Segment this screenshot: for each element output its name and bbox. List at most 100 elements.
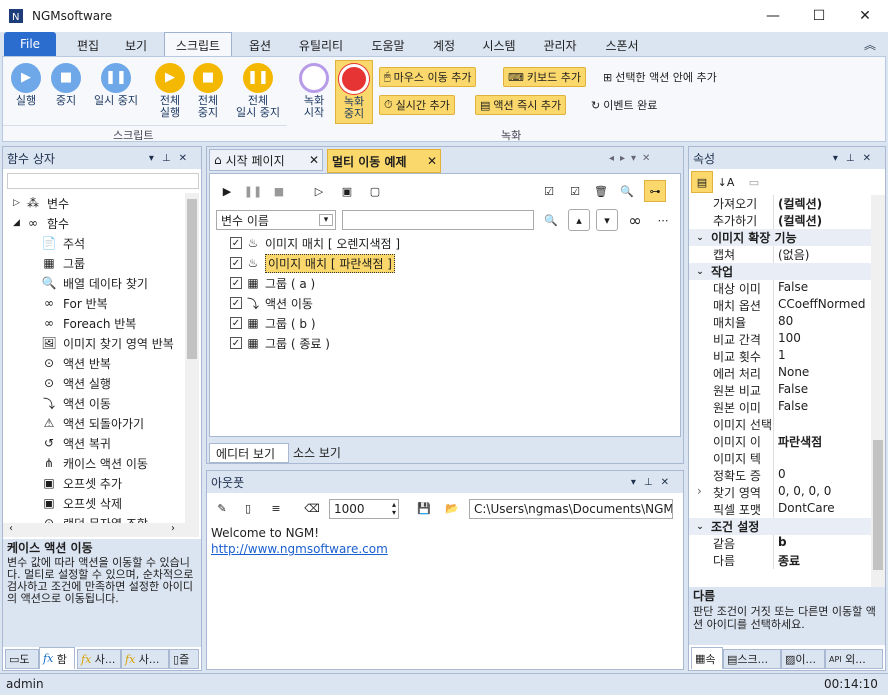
property-row[interactable]: 찾기 영역 0, 0, 0, 0 › xyxy=(689,484,871,501)
property-value[interactable]: False xyxy=(773,399,871,416)
property-value[interactable]: 100 xyxy=(773,331,871,348)
tab-file[interactable]: File xyxy=(4,32,56,56)
tree-item[interactable]: ▣ 오프셋 삭제 xyxy=(41,493,122,513)
property-value[interactable]: 파란색점 xyxy=(773,433,871,450)
property-row[interactable]: 이미지 텍 xyxy=(689,450,871,467)
property-value[interactable] xyxy=(773,450,871,467)
tree-item[interactable]: 🔍 배열 데이타 찾기 xyxy=(41,273,148,293)
property-row[interactable]: 비교 간격 100 xyxy=(689,331,871,348)
left-tab-user[interactable]: fx 사... xyxy=(77,649,121,669)
more-icon[interactable]: ⋯ xyxy=(652,209,674,231)
action-row[interactable]: ✓ ♨ 이미지 매치 [ 오렌지색점 ] xyxy=(230,234,400,252)
output-link[interactable]: http://www.ngmsoftware.com xyxy=(211,541,388,557)
action-checkbox[interactable]: ✓ xyxy=(230,337,242,349)
stop-all-button[interactable]: ■ 전체 중지 xyxy=(191,63,225,119)
action-checkbox[interactable]: ✓ xyxy=(230,237,242,249)
left-tab-favorites[interactable]: ▯ 즐 xyxy=(169,649,199,669)
property-row[interactable]: 에러 처리 None xyxy=(689,365,871,382)
property-value[interactable]: False xyxy=(773,382,871,399)
property-value[interactable]: 1 xyxy=(773,348,871,365)
property-value[interactable]: (없음) xyxy=(773,246,871,263)
save-log-icon[interactable]: ▯ xyxy=(237,497,259,519)
property-value[interactable]: None xyxy=(773,365,871,382)
add-in-selected-button[interactable]: ⊞ 선택한 액션 안에 추가 xyxy=(599,67,721,87)
tab-system[interactable]: 시스템 xyxy=(474,34,524,56)
tree-item[interactable]: ⤵ 액션 이동 xyxy=(41,393,111,413)
tree-item[interactable]: ∞ Foreach 반복 xyxy=(41,313,136,333)
categorized-icon[interactable]: ▤ xyxy=(691,171,713,193)
action-row[interactable]: ✓ ▦ 그룹 ( b ) xyxy=(230,314,316,332)
props-vscrollbar[interactable] xyxy=(871,195,885,587)
property-value[interactable]: 0, 0, 0, 0 xyxy=(773,484,871,501)
tab-options[interactable]: 옵션 xyxy=(238,34,282,56)
pause-all-button[interactable]: ❚❚ 전체 일시 중지 xyxy=(229,63,287,119)
left-tab-user2[interactable]: fx 사... xyxy=(121,649,169,669)
move-down-icon[interactable]: ▾ xyxy=(596,209,618,231)
tree-item[interactable]: ⊙ 액션 실행 xyxy=(41,373,111,393)
run-all-button[interactable]: ▶ 전체 실행 xyxy=(153,63,187,119)
pause-button[interactable]: ❚❚ 일시 중지 xyxy=(87,63,145,107)
action-row[interactable]: ✓ ▦ 그룹 ( a ) xyxy=(230,274,315,292)
action-row[interactable]: ✓ ▦ 그룹 ( 종료 ) xyxy=(230,334,330,352)
tree-item[interactable]: 🖼 이미지 찾기 영역 반복 xyxy=(41,333,173,353)
tab-account[interactable]: 계정 xyxy=(422,34,466,56)
right-tab-external[interactable]: API 외... xyxy=(825,649,883,669)
delete-icon[interactable]: 🗑 xyxy=(590,180,612,202)
search-go-icon[interactable]: 🔍 xyxy=(540,209,562,231)
run-icon[interactable]: ▶ xyxy=(216,180,238,202)
panel-controls-icon[interactable]: ▾⊥✕ xyxy=(149,153,195,164)
property-category[interactable]: ⌄ 조건 설정 xyxy=(689,518,871,535)
action-row[interactable]: ✓ ⤵ 액션 이동 xyxy=(230,294,313,312)
property-row[interactable]: 원본 이미 False xyxy=(689,399,871,416)
property-value[interactable]: CCoeffNormed xyxy=(773,297,871,314)
right-tab-properties[interactable]: ▦ 속 xyxy=(691,647,723,669)
add-keyboard-button[interactable]: ⌨ 키보드 추가 xyxy=(503,67,586,87)
tree-item[interactable]: ▷ ⁂ 변수 xyxy=(13,193,69,213)
property-row[interactable]: 이미지 이 파란색점 xyxy=(689,433,871,450)
property-value[interactable]: (컬렉션) xyxy=(773,212,871,229)
pause-icon[interactable]: ❚❚ xyxy=(242,180,264,202)
tree-item[interactable]: 📄 주석 xyxy=(41,233,86,253)
left-tab-toolbox[interactable]: ▭ 도 xyxy=(5,649,39,669)
eraser-icon[interactable]: ⌫ xyxy=(301,497,323,519)
check-icon[interactable]: ☑ xyxy=(564,180,586,202)
action-checkbox[interactable]: ✓ xyxy=(230,257,242,269)
record-stop-button[interactable]: 녹화 중지 xyxy=(335,60,373,124)
function-search-input[interactable] xyxy=(7,173,199,189)
stop-button[interactable]: ■ 중지 xyxy=(49,63,83,107)
right-tab-image[interactable]: ▨ 이... xyxy=(781,649,825,669)
tab-help[interactable]: 도움말 xyxy=(362,34,414,56)
collapse-ribbon-icon[interactable]: ︽ xyxy=(864,36,876,53)
log-count-stepper[interactable]: 1000 ▴ ▾ xyxy=(329,499,399,519)
tree-item[interactable]: ⊙ 액션 반복 xyxy=(41,353,111,373)
property-row[interactable]: 가져오기 (컬렉션) xyxy=(689,195,871,212)
record-start-button[interactable]: 녹화 시작 xyxy=(297,63,331,119)
action-row[interactable]: ✓ ♨ 이미지 매치 [ 파란색점 ] xyxy=(230,253,395,273)
add-immediate-button[interactable]: ▤ 액션 즉시 추가 xyxy=(475,95,567,115)
expand-icon[interactable]: ▷ xyxy=(13,198,25,208)
close-tab-icon[interactable]: ✕ xyxy=(427,154,437,168)
panel-controls-icon[interactable]: ▾⊥✕ xyxy=(631,477,677,488)
tab-source-view[interactable]: 소스 보기 xyxy=(289,443,349,461)
tree-view-icon[interactable]: ⊶ xyxy=(644,180,666,202)
save-icon[interactable]: 💾 xyxy=(413,497,435,519)
tab-nav-icons[interactable]: ◂▸▾✕ xyxy=(609,153,656,164)
property-value[interactable] xyxy=(773,416,871,433)
panel-controls-icon[interactable]: ▾⊥✕ xyxy=(833,153,879,164)
run-step-icon[interactable]: ▢ xyxy=(364,180,386,202)
clear-output-icon[interactable]: ✎ xyxy=(211,497,233,519)
tab-start-page[interactable]: ⌂ 시작 페이지 ✕ xyxy=(209,149,323,171)
property-value[interactable]: False xyxy=(773,280,871,297)
tree-item[interactable]: ◢ ∞ 함수 xyxy=(13,213,69,233)
check-all-icon[interactable]: ☑ xyxy=(538,180,560,202)
expand-icon[interactable]: › xyxy=(697,484,702,498)
expand-icon[interactable]: ◢ xyxy=(13,218,25,228)
tree-item[interactable]: ⚠ 액션 되돌아가기 xyxy=(41,413,145,433)
tab-edit[interactable]: 편집 xyxy=(66,34,110,56)
minimize-button[interactable]: — xyxy=(750,0,796,32)
property-value[interactable]: 80 xyxy=(773,314,871,331)
log-path-input[interactable]: C:\Users\ngmas\Documents\NGM6\ xyxy=(469,499,673,519)
tab-view[interactable]: 보기 xyxy=(114,34,158,56)
tab-multi-move-example[interactable]: 멀티 이동 예제 ✕ xyxy=(327,149,441,173)
tab-admin[interactable]: 관리자 xyxy=(534,34,586,56)
